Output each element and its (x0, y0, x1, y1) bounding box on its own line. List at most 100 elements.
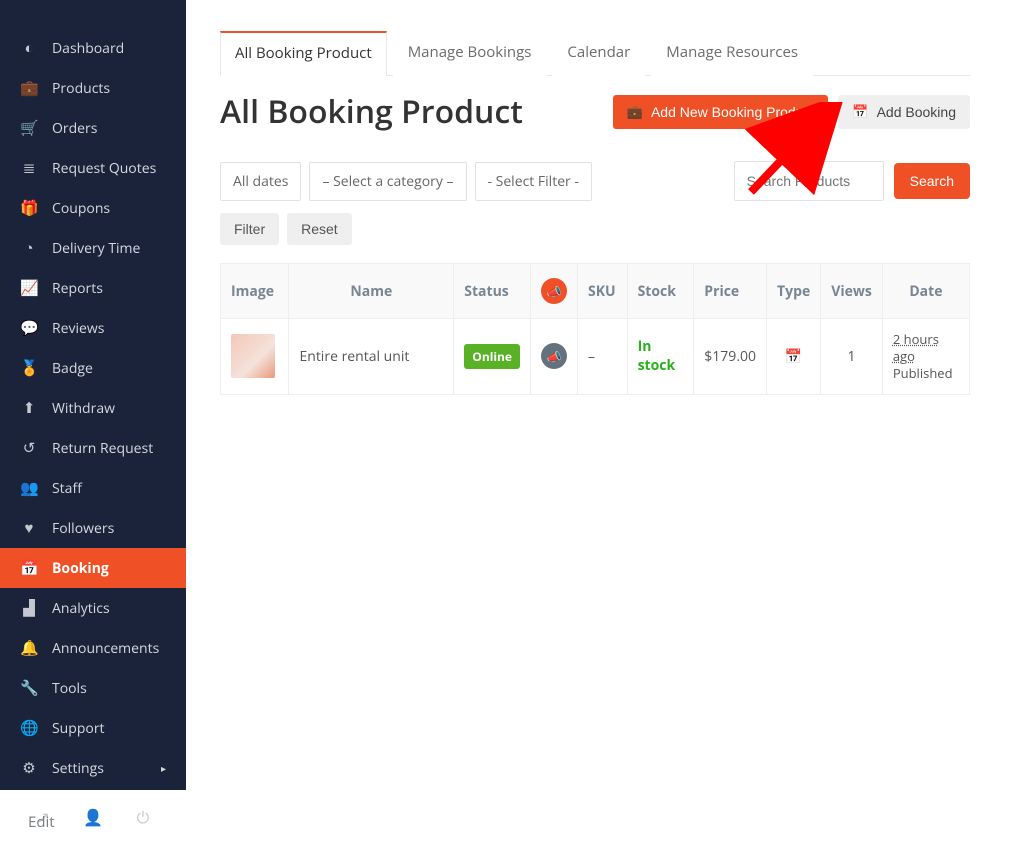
user-icon[interactable]: 👤 (83, 806, 103, 828)
dates-filter-select[interactable]: All dates (220, 162, 301, 201)
tab-manage-resources[interactable]: Manage Resources (651, 31, 813, 76)
col-status: Status (454, 264, 531, 319)
calendar-icon: 📅 (785, 347, 802, 366)
select-label: – Select a category – (322, 172, 453, 191)
category-filter-select[interactable]: – Select a category – (309, 162, 466, 201)
sidebar-item-analytics[interactable]: ▟ Analytics (0, 588, 186, 628)
select-label: - Select Filter - (488, 172, 579, 191)
button-label: Reset (301, 221, 338, 237)
gear-icon: ⚙ (20, 758, 38, 778)
sidebar-item-label: Reports (52, 279, 103, 298)
sidebar-item-reviews[interactable]: 💬 Reviews (0, 308, 186, 348)
sidebar-item-label: Coupons (52, 199, 110, 218)
sidebar-item-label: Settings (52, 759, 104, 778)
cell-date: 2 hours ago Published (882, 319, 969, 395)
add-booking-button[interactable]: 📅 Add Booking (838, 95, 970, 129)
col-name: Name (289, 264, 454, 319)
sidebar-item-coupons[interactable]: 🎁 Coupons (0, 188, 186, 228)
booking-tabs: All Booking Product Manage Bookings Cale… (220, 30, 970, 76)
sidebar-item-label: Support (52, 719, 105, 738)
bell-icon: 🔔 (20, 638, 38, 658)
area-chart-icon: ▟ (20, 598, 38, 618)
sidebar-item-label: Reviews (52, 319, 104, 338)
sidebar-item-label: Orders (52, 119, 97, 138)
sidebar-item-followers[interactable]: ♥ Followers (0, 508, 186, 548)
sidebar-item-staff[interactable]: 👥 Staff (0, 468, 186, 508)
filter-button[interactable]: Filter (220, 213, 279, 245)
col-price: Price (694, 264, 767, 319)
reset-button[interactable]: Reset (287, 213, 352, 245)
sidebar-item-label: Booking (52, 559, 109, 578)
sidebar-item-withdraw[interactable]: ⬆ Withdraw (0, 388, 186, 428)
search-button[interactable]: Search (894, 163, 970, 199)
sidebar-item-badge[interactable]: 🏅 Badge (0, 348, 186, 388)
sidebar-item-reports[interactable]: 📈 Reports (0, 268, 186, 308)
cell-stock: In stock (627, 319, 694, 395)
chat-icon: 💬 (20, 318, 38, 338)
tab-label: Manage Bookings (408, 42, 532, 62)
type-filter-select[interactable]: - Select Filter - (475, 162, 592, 201)
booking-products-table: Image Name Status 📣 SKU Stock Price Type… (220, 263, 970, 395)
select-label: All dates (233, 172, 288, 191)
button-label: Filter (234, 221, 265, 237)
sidebar-item-dashboard[interactable]: ◐ Dashboard (0, 28, 186, 68)
briefcase-icon: 💼 (20, 78, 38, 98)
tab-manage-bookings[interactable]: Manage Bookings (393, 31, 547, 76)
badge-icon: 🏅 (20, 358, 38, 378)
stock-status: In stock (638, 337, 676, 375)
chevron-right-icon: ▸ (161, 761, 166, 775)
sidebar-item-label: Analytics (52, 599, 110, 618)
button-label: Search (910, 173, 954, 189)
search-products-input[interactable] (734, 161, 884, 201)
col-date: Date (882, 264, 969, 319)
date-ago: 2 hours ago (893, 330, 939, 365)
sidebar-item-label: Delivery Time (52, 239, 140, 258)
upload-icon: ⬆ (20, 398, 38, 418)
main-content: All Booking Product Manage Bookings Cale… (186, 0, 1024, 790)
heart-icon: ♥ (20, 518, 38, 538)
sidebar-item-tools[interactable]: 🔧 Tools (0, 668, 186, 708)
calendar-icon: 📅 (20, 558, 38, 578)
undo-icon: ↺ (20, 438, 38, 458)
list-icon: ≣ (20, 158, 38, 178)
bullhorn-icon[interactable]: 📣 (541, 343, 567, 369)
product-name: Entire rental unit (299, 347, 409, 366)
sidebar-item-label: Dashboard (52, 39, 124, 58)
date-status: Published (893, 364, 953, 382)
cell-price: $179.00 (694, 319, 767, 395)
clock-icon: ◔ (20, 238, 38, 258)
tab-all-booking-product[interactable]: All Booking Product (220, 31, 387, 76)
sidebar-item-label: Badge (52, 359, 93, 378)
cell-views: 1 (821, 319, 883, 395)
cell-status: Online (454, 319, 531, 395)
sidebar-item-orders[interactable]: 🛒 Orders (0, 108, 186, 148)
gift-icon: 🎁 (20, 198, 38, 218)
tab-label: Manage Resources (666, 42, 798, 62)
sidebar-item-label: Withdraw (52, 399, 115, 418)
sidebar-item-announcements[interactable]: 🔔 Announcements (0, 628, 186, 668)
sidebar-item-label: Return Request (52, 439, 153, 458)
sidebar-item-settings[interactable]: ⚙ Settings ▸ (0, 748, 186, 788)
product-thumbnail (231, 334, 275, 378)
sidebar-item-products[interactable]: 💼 Products (0, 68, 186, 108)
chart-icon: 📈 (20, 278, 38, 298)
sidebar-item-delivery-time[interactable]: ◔ Delivery Time (0, 228, 186, 268)
cell-image (221, 319, 289, 395)
sidebar-item-request-quotes[interactable]: ≣ Request Quotes (0, 148, 186, 188)
col-stock: Stock (627, 264, 694, 319)
table-row[interactable]: Entire rental unit Online 📣 – In stock $… (221, 319, 970, 395)
sidebar-item-support[interactable]: 🌐 Support (0, 708, 186, 748)
status-badge: Online (464, 344, 520, 369)
cart-icon: 🛒 (20, 118, 38, 138)
sidebar-item-booking[interactable]: 📅 Booking (0, 548, 186, 588)
power-icon[interactable]: ⏻ (137, 806, 150, 828)
briefcase-icon: 💼 (627, 104, 643, 120)
edit-link[interactable]: Edit (28, 812, 55, 832)
tab-calendar[interactable]: Calendar (552, 31, 645, 76)
cell-type: 📅 (767, 319, 821, 395)
col-type: Type (767, 264, 821, 319)
add-new-booking-product-button[interactable]: 💼 Add New Booking Product (613, 95, 829, 129)
sidebar-item-label: Announcements (52, 639, 159, 658)
sidebar-item-return-request[interactable]: ↺ Return Request (0, 428, 186, 468)
globe-icon: 🌐 (20, 718, 38, 738)
